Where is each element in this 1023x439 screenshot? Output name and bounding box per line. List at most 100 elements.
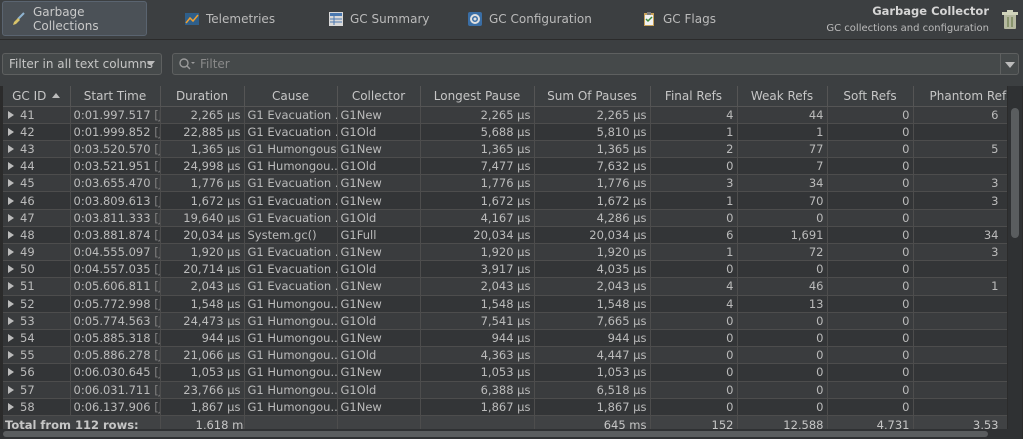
table-header-row: GC ID Start Time Duration Cause Collecto… (3, 86, 1007, 107)
duration-cell: 944 μs (160, 329, 245, 348)
table-row[interactable]: 550:05.886.278 [J...21,066 μsG1 Humongou… (3, 346, 1007, 365)
expand-row-icon[interactable] (8, 385, 14, 394)
column-header-cause[interactable]: Cause (244, 86, 338, 107)
cause-cell: G1 Humongou... (244, 329, 338, 348)
table-row[interactable]: 470:03.811.333 [J...19,640 μsG1 Evacuati… (3, 209, 1007, 227)
table-row[interactable]: 540:05.885.318 [J...944 μsG1 Humongou...… (3, 329, 1007, 348)
table-row[interactable]: 580:06.137.906 [J...1,867 μsG1 Humongou.… (3, 398, 1007, 416)
table-row[interactable]: 500:04.557.035 [J...20,714 μsG1 Evacuati… (3, 260, 1007, 279)
expand-row-icon[interactable] (8, 351, 14, 360)
gc-id-cell[interactable]: 58 (3, 398, 71, 416)
tab-gc-configuration[interactable]: GC Configuration (459, 1, 600, 36)
table-row[interactable]: 480:03.881.874 [J...20,034 μsSystem.gc()… (3, 226, 1007, 245)
table-row[interactable]: 450:03.655.470 [J...1,776 μsG1 Evacuatio… (3, 174, 1007, 193)
expand-row-icon[interactable] (8, 196, 14, 205)
title-block: Garbage Collector GC collections and con… (826, 4, 989, 34)
tab-garbage-collections[interactable]: Garbage Collections (2, 1, 147, 36)
expand-row-icon[interactable] (8, 110, 14, 119)
expand-row-icon[interactable] (8, 316, 14, 325)
soft-refs-cell: 0 (827, 398, 914, 416)
column-header-longest-pause[interactable]: Longest Pause (420, 86, 535, 107)
gc-id-cell[interactable]: 56 (3, 363, 71, 382)
table-row[interactable]: 510:05.606.811 [J...2,043 μsG1 Evacuatio… (3, 277, 1007, 296)
cause-cell: G1 Humongou... (244, 346, 338, 365)
weak-refs-cell: 46 (737, 277, 828, 296)
gc-id-cell[interactable]: 48 (3, 226, 71, 245)
filter-input[interactable] (196, 54, 996, 74)
gc-id-cell[interactable]: 51 (3, 277, 71, 296)
expand-row-icon[interactable] (8, 402, 14, 411)
column-header-final-refs[interactable]: Final Refs (650, 86, 738, 107)
expand-row-icon[interactable] (8, 368, 14, 377)
filter-history-dropdown[interactable] (1000, 54, 1018, 74)
table-row[interactable]: 420:01.999.852 [J...22,885 μsG1 Evacuati… (3, 123, 1007, 141)
expand-row-icon[interactable] (8, 248, 14, 257)
table-row[interactable]: 440:03.521.951 [J...24,998 μsG1 Humongou… (3, 157, 1007, 176)
column-header-gc-id[interactable]: GC ID (3, 86, 71, 107)
gc-id-cell[interactable]: 45 (3, 174, 71, 193)
column-header-phantom-refs[interactable]: Phantom Refs (913, 86, 1007, 107)
expand-row-icon[interactable] (8, 162, 14, 171)
tab-telemetries[interactable]: Telemetries (176, 1, 283, 36)
collector-cell: G1New (337, 243, 421, 262)
expand-row-icon[interactable] (8, 179, 14, 188)
expand-row-icon[interactable] (8, 334, 14, 343)
table-row[interactable]: 430:03.520.570 [J...1,365 μsG1 Humongous… (3, 140, 1007, 159)
start-time-cell: 0:01.999.852 [J... (70, 123, 161, 141)
gc-id-cell[interactable]: 55 (3, 346, 71, 365)
column-header-soft-refs[interactable]: Soft Refs (827, 86, 914, 107)
gc-id-cell[interactable]: 57 (3, 381, 71, 399)
duration-cell: 1,920 μs (160, 243, 245, 262)
table-row[interactable]: 560:06.030.645 [J...1,053 μsG1 Humongou.… (3, 363, 1007, 382)
gc-id-cell[interactable]: 42 (3, 123, 71, 141)
table-row[interactable]: 460:03.809.613 [J...1,672 μsG1 Evacuatio… (3, 191, 1007, 210)
column-header-sum-of-pauses[interactable]: Sum Of Pauses (534, 86, 651, 107)
horizontal-scrollbar[interactable] (0, 429, 1008, 439)
tab-gc-flags[interactable]: GC Flags (633, 1, 724, 36)
column-header-duration[interactable]: Duration (160, 86, 245, 107)
column-header-weak-refs[interactable]: Weak Refs (737, 86, 828, 107)
summary-table-icon (328, 11, 344, 27)
sort-ascending-icon (52, 92, 61, 98)
expand-row-icon[interactable] (8, 282, 14, 291)
soft-refs-cell: 0 (827, 140, 914, 159)
gc-id-cell[interactable]: 46 (3, 191, 71, 210)
tab-label: GC Summary (350, 11, 430, 26)
cause-cell: G1 Humongou... (244, 363, 338, 382)
expand-row-icon[interactable] (8, 299, 14, 308)
gc-id-cell[interactable]: 41 (3, 106, 71, 124)
horizontal-scrollbar-thumb[interactable] (3, 431, 988, 437)
filter-mode-select[interactable]: Filter in all text columns (2, 53, 162, 75)
gc-id-cell[interactable]: 54 (3, 329, 71, 348)
table-row[interactable]: 570:06.031.711 [J...23,766 μsG1 Humongou… (3, 381, 1007, 399)
start-time-cell: 0:06.031.711 [J... (70, 381, 161, 399)
table-row[interactable]: 530:05.774.563 [J...24,473 μsG1 Humongou… (3, 312, 1007, 330)
column-header-collector[interactable]: Collector (337, 86, 421, 107)
column-header-start-time[interactable]: Start Time (70, 86, 161, 107)
gc-id-cell[interactable]: 44 (3, 157, 71, 176)
gc-id-cell[interactable]: 49 (3, 243, 71, 262)
cause-cell: G1 Humongou... (244, 312, 338, 330)
gc-id-cell[interactable]: 47 (3, 209, 71, 227)
search-icon[interactable] (178, 57, 196, 71)
phantom-refs-cell: 3 (913, 243, 1007, 262)
expand-row-icon[interactable] (8, 230, 14, 239)
table-row[interactable]: 520:05.772.998 [J...1,548 μsG1 Humongou.… (3, 295, 1007, 313)
expand-row-icon[interactable] (8, 213, 14, 222)
trash-icon[interactable] (1001, 9, 1019, 31)
gc-id-cell[interactable]: 43 (3, 140, 71, 159)
gc-id-cell[interactable]: 52 (3, 295, 71, 313)
gc-id-cell[interactable]: 50 (3, 260, 71, 279)
table-row[interactable]: 490:04.555.097 [J...1,920 μsG1 Evacuatio… (3, 243, 1007, 262)
vertical-scrollbar[interactable] (1008, 86, 1022, 439)
longest-pause-cell: 944 μs (420, 329, 535, 348)
expand-row-icon[interactable] (8, 144, 14, 153)
tab-gc-summary[interactable]: GC Summary (320, 1, 437, 36)
gc-id-cell[interactable]: 53 (3, 312, 71, 330)
collector-cell: G1New (337, 106, 421, 124)
expand-row-icon[interactable] (8, 265, 14, 274)
table-row[interactable]: 410:01.997.517 [J...2,265 μsG1 Evacuatio… (3, 106, 1007, 124)
expand-row-icon[interactable] (8, 127, 14, 136)
final-refs-cell: 1 (650, 243, 738, 262)
vertical-scrollbar-thumb[interactable] (1011, 108, 1019, 238)
